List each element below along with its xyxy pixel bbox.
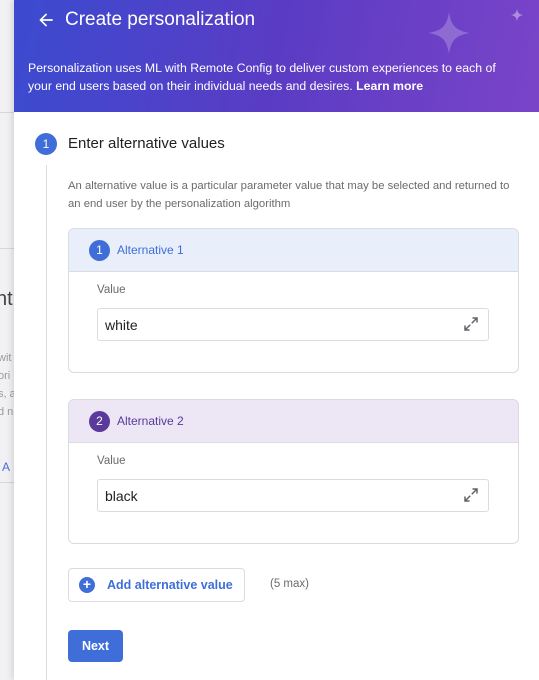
bg-heading-fragment: nt [0,288,13,310]
alternative-card-2: 2 Alternative 2 Value black [68,399,519,544]
alternative-number-badge: 2 [89,411,110,432]
sparkle-icon [428,12,470,54]
alternative-header: 1 Alternative 1 [69,229,518,272]
step-description: An alternative value is a particular par… [68,180,510,210]
bg-link-fragment[interactable]: t A [0,460,10,474]
panel-header: Create personalization Personalization u… [14,0,539,112]
step-title: Enter alternative values [68,135,225,152]
page-title: Create personalization [65,9,256,30]
add-alternative-button[interactable]: + Add alternative value [68,568,245,602]
alternative-label: Alternative 1 [117,243,184,257]
bg-text-fragment: d n [0,406,14,418]
expand-icon[interactable] [462,486,480,504]
arrow-left-icon[interactable] [36,10,56,30]
create-personalization-panel: Create personalization Personalization u… [14,0,539,680]
value-input-1[interactable]: white [97,308,489,341]
learn-more-link[interactable]: Learn more [356,79,423,93]
value-label: Value [97,455,126,467]
bg-text-fragment: wit [0,352,12,364]
add-alternative-label: Add alternative value [107,578,233,592]
header-description: Personalization uses ML with Remote Conf… [28,59,518,95]
value-input-2[interactable]: black [97,479,489,512]
step-number-badge: 1 [35,133,57,155]
max-alternatives-note: (5 max) [270,578,309,590]
expand-icon[interactable] [462,315,480,333]
value-label: Value [97,284,126,296]
step-connector-line [46,165,47,680]
alternative-number-badge: 1 [89,240,110,261]
plus-circle-icon: + [79,577,95,593]
alternative-label: Alternative 2 [117,414,184,428]
value-text[interactable]: black [105,488,138,504]
description-text: Personalization uses ML with Remote Conf… [28,61,496,93]
sparkle-icon [510,8,524,22]
next-button[interactable]: Next [68,630,123,662]
value-text[interactable]: white [105,317,138,333]
alternative-card-1: 1 Alternative 1 Value white [68,228,519,373]
alternative-header: 2 Alternative 2 [69,400,518,443]
bg-text-fragment: ori [0,370,11,382]
